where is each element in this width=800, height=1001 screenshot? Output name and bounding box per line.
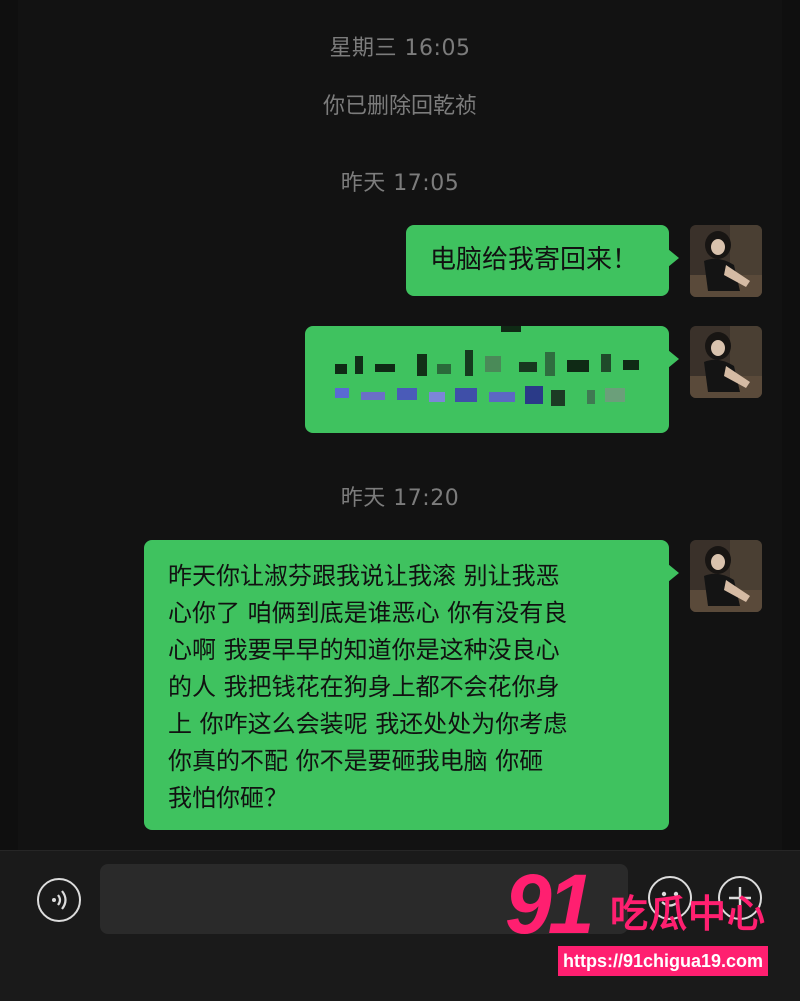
voice-icon[interactable]: [37, 878, 81, 922]
message-bubble[interactable]: 昨天你让淑芬跟我说让我滚 别让我恶 心你了 咱俩到底是谁恶心 你有没有良 心啊 …: [144, 540, 679, 830]
watermark-url: https://91chigua19.com: [558, 946, 768, 976]
message-text: 昨天你让淑芬跟我说让我滚 别让我恶 心你了 咱俩到底是谁恶心 你有没有良 心啊 …: [168, 562, 568, 812]
watermark-logo-text: 吃瓜中心: [610, 892, 767, 936]
timestamp: 星期三 16:05: [329, 36, 471, 61]
redaction-mosaic: [335, 326, 639, 406]
avatar[interactable]: [690, 225, 762, 297]
avatar[interactable]: [690, 326, 762, 398]
avatar[interactable]: [690, 540, 762, 612]
timestamp: 昨天 17:20: [340, 486, 460, 511]
chat-window: 星期三 16:05 你已删除回乾祯 昨天 17:05 电脑给我寄回来！ 昨天 1…: [0, 0, 800, 1001]
watermark-logo-number: 91: [505, 857, 594, 951]
system-notice: 你已删除回乾祯: [322, 94, 477, 119]
message-bubble[interactable]: 电脑给我寄回来！: [406, 225, 679, 296]
timestamp: 昨天 17:05: [340, 171, 460, 196]
message-text: 电脑给我寄回来！: [430, 245, 639, 275]
message-bubble-redacted[interactable]: [305, 326, 679, 433]
